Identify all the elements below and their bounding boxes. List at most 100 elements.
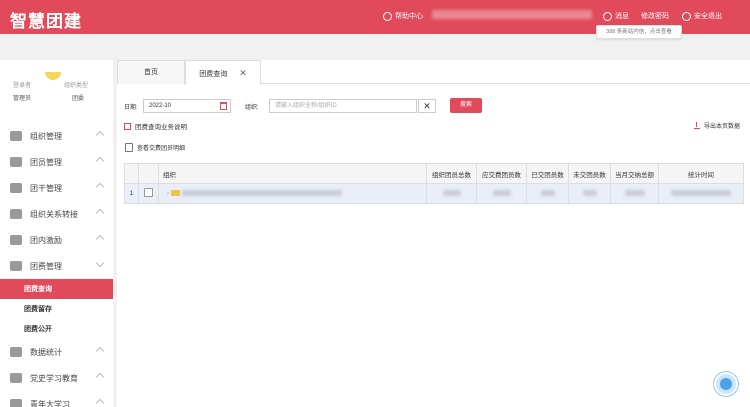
redacted-value xyxy=(540,190,555,197)
login-value: 管理员 xyxy=(13,96,32,102)
document-icon xyxy=(124,122,131,130)
expand-icon[interactable]: › xyxy=(167,190,169,197)
book-icon xyxy=(10,373,22,383)
change-password-label: 修改密码 xyxy=(641,13,669,20)
tab-label: 首页 xyxy=(144,69,158,76)
redacted-value xyxy=(582,190,597,197)
help-label: 帮助中心 xyxy=(395,13,423,20)
study-icon xyxy=(10,399,22,407)
row-paid xyxy=(526,183,569,204)
stats-icon xyxy=(10,347,22,357)
sidebar-item-label: 团员管理 xyxy=(30,157,62,167)
col-unpaid: 未交团员数 xyxy=(568,163,611,184)
col-paid: 已交团员数 xyxy=(526,163,569,184)
sidebar-subitem-fee-query[interactable]: 团费查询 xyxy=(0,279,113,299)
messages-label: 消息 xyxy=(615,13,629,20)
members-icon xyxy=(10,157,22,167)
floating-assistant-button[interactable] xyxy=(714,372,738,396)
sidebar-item-youth-study[interactable]: 青年大学习 xyxy=(0,391,113,407)
chevron-up-icon xyxy=(95,398,105,407)
help-center-link[interactable]: 帮助中心 xyxy=(383,11,423,21)
row-should-pay xyxy=(476,183,527,204)
sidebar-item-transfer[interactable]: 组织关系转接 xyxy=(0,201,113,227)
chevron-up-icon xyxy=(95,182,105,192)
org-type-value: 团委 xyxy=(72,96,85,102)
chevron-down-icon xyxy=(95,258,105,268)
sidebar-item-label: 团费管理 xyxy=(30,261,62,271)
logout-link[interactable]: 安全退出 xyxy=(682,11,722,21)
sidebar-item-label: 数据统计 xyxy=(30,347,62,357)
close-icon[interactable]: ✕ xyxy=(239,68,247,78)
logout-label: 安全退出 xyxy=(694,13,722,20)
sidebar-item-party-history[interactable]: 党史学习教育 xyxy=(0,365,113,391)
guide-label: 团费查询业务说明 xyxy=(135,124,187,131)
col-stat-time: 统计时间 xyxy=(658,163,744,184)
sidebar-subitem-fee-public[interactable]: 团费公开 xyxy=(0,319,113,339)
row-unpaid xyxy=(568,183,611,204)
col-total-members: 组织团员总数 xyxy=(426,163,477,184)
sidebar-item-members[interactable]: 团员管理 xyxy=(0,149,113,175)
sidebar-item-fee[interactable]: 团费管理 xyxy=(0,253,113,279)
sidebar-subitem-fee-retention[interactable]: 团费留存 xyxy=(0,299,113,319)
col-month-total: 当月交纳总额 xyxy=(610,163,659,184)
sidebar-item-label: 团干管理 xyxy=(30,183,62,193)
sidebar-item-stats[interactable]: 数据统计 xyxy=(0,339,113,365)
redacted-value xyxy=(671,190,731,197)
search-button[interactable]: 搜索 xyxy=(450,98,482,113)
power-icon xyxy=(682,11,691,21)
tab-home[interactable]: 首页 xyxy=(117,60,185,84)
row-checkbox[interactable] xyxy=(144,188,153,197)
sidebar-item-label: 组织管理 xyxy=(30,131,62,141)
sidebar-item-label: 团内激励 xyxy=(30,235,62,245)
list-icon xyxy=(125,143,133,152)
org-label: 组织: xyxy=(245,104,259,111)
sidebar-item-label: 组织关系转接 xyxy=(30,209,78,219)
export-label: 导出本页数据 xyxy=(703,124,740,130)
org-search-input[interactable]: 请输入组织全称/组织ID xyxy=(269,99,417,113)
chevron-up-icon xyxy=(95,372,105,382)
redacted-org-name xyxy=(182,190,343,197)
redacted-value xyxy=(492,190,511,197)
sidebar: 登录者 组织类型 管理员 团委 组织管理 团员管理 团干管理 组织关系转接 团内… xyxy=(0,60,113,407)
row-total-members xyxy=(426,183,477,204)
folder-icon xyxy=(171,190,181,197)
date-value: 2022-10 xyxy=(149,103,172,109)
sidebar-menu: 组织管理 团员管理 团干管理 组织关系转接 团内激励 团费管理 团费查询 团费留… xyxy=(0,123,113,407)
guide-link[interactable]: 团费查询业务说明 xyxy=(124,121,187,131)
chevron-up-icon xyxy=(95,130,105,140)
messages-link[interactable]: 消息 xyxy=(603,11,629,21)
row-month-total xyxy=(610,183,659,204)
col-should-pay: 应交费团员数 xyxy=(476,163,527,184)
calendar-icon[interactable] xyxy=(220,102,227,110)
row-checkbox-cell xyxy=(138,183,159,204)
message-tooltip[interactable]: 388 条新站内信，点击查看 xyxy=(596,25,682,39)
clear-button[interactable]: ✕ xyxy=(418,99,436,113)
sidebar-item-cadre[interactable]: 团干管理 xyxy=(0,175,113,201)
change-password-link[interactable]: 修改密码 xyxy=(641,11,669,21)
chevron-up-icon xyxy=(95,156,105,166)
tab-fee-query[interactable]: 团费查询 ✕ xyxy=(185,60,261,85)
redacted-user-info xyxy=(432,10,592,19)
cadre-icon xyxy=(10,183,22,193)
chevron-up-icon xyxy=(95,208,105,218)
table-row[interactable]: 1 › xyxy=(124,183,744,204)
sidebar-item-org[interactable]: 组织管理 xyxy=(0,123,113,149)
award-icon xyxy=(10,235,22,245)
date-picker[interactable]: 2022-10 xyxy=(143,99,231,113)
row-index: 1 xyxy=(124,183,139,204)
tab-bar: 首页 团费查询 ✕ xyxy=(117,60,750,85)
org-type-label: 组织类型 xyxy=(64,83,89,89)
export-button[interactable]: 导出本页数据 xyxy=(693,121,740,130)
login-label: 登录者 xyxy=(13,83,32,89)
date-label: 日期: xyxy=(124,104,138,111)
app-logo: 智慧团建 xyxy=(10,12,82,31)
redacted-value xyxy=(624,190,645,197)
sidebar-item-award[interactable]: 团内激励 xyxy=(0,227,113,253)
fee-table: 组织 组织团员总数 应交费团员数 已交团员数 未交团员数 当月交纳总额 统计时间… xyxy=(124,163,744,204)
main-content: 首页 团费查询 ✕ 日期: 2022-10 组织: 请输入组织全称/组织ID ✕ … xyxy=(117,60,750,407)
col-index xyxy=(124,163,139,184)
view-detail-label: 查看交费团员明细 xyxy=(137,146,186,152)
view-detail-link[interactable]: 查看交费团员明细 xyxy=(125,143,185,152)
org-icon xyxy=(10,131,22,141)
transfer-icon xyxy=(10,209,22,219)
